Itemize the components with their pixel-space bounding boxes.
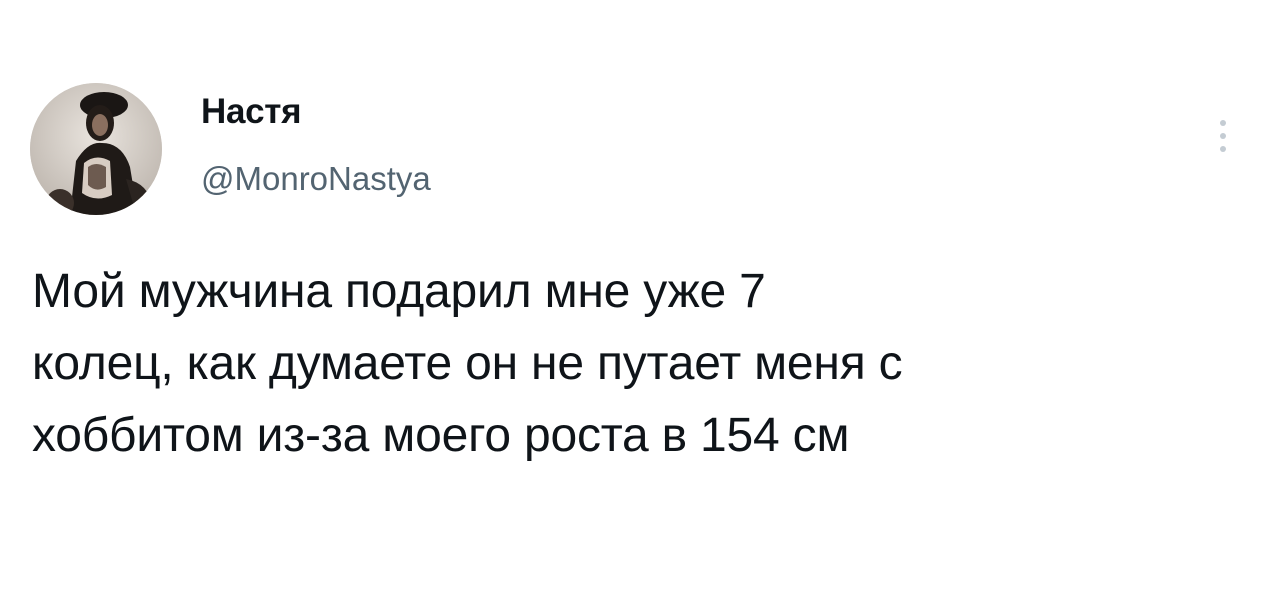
more-dots-icon bbox=[1220, 146, 1226, 152]
author-display-name[interactable]: Настя bbox=[201, 90, 302, 134]
tweet-card: Настя @MonroNastya Мой мужчина подарил м… bbox=[0, 0, 1280, 605]
tweet-text: Мой мужчина подарил мне уже 7 колец, как… bbox=[32, 265, 903, 462]
author-handle[interactable]: @MonroNastya bbox=[201, 157, 431, 201]
more-options-button[interactable] bbox=[1206, 110, 1240, 162]
avatar-photo-icon bbox=[30, 83, 162, 215]
author-avatar[interactable] bbox=[30, 83, 162, 215]
more-dots-icon bbox=[1220, 120, 1226, 126]
more-dots-icon bbox=[1220, 133, 1226, 139]
